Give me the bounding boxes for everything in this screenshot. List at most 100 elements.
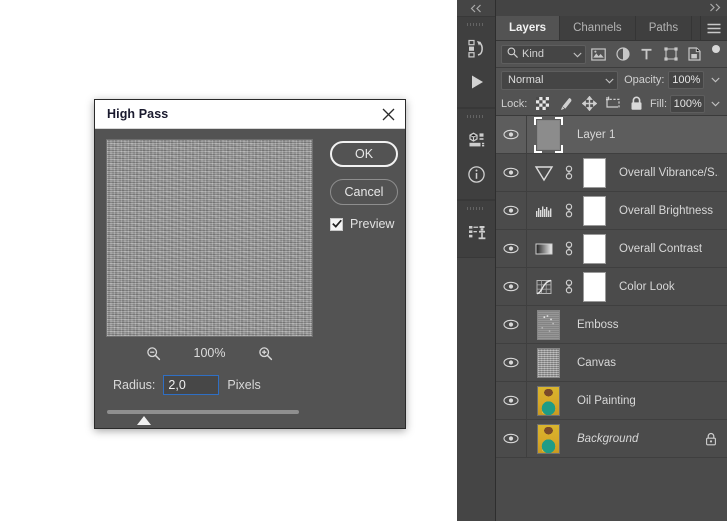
layer-thumbnail-cell[interactable]: [527, 385, 569, 416]
zoom-in-icon[interactable]: [258, 345, 274, 361]
dock-group-handle[interactable]: [467, 115, 485, 118]
layer-visibility-toggle[interactable]: [496, 267, 527, 306]
lock-label: Lock:: [501, 97, 528, 110]
table-row[interactable]: Overall Contrast: [496, 229, 727, 268]
filter-preview[interactable]: [106, 139, 313, 337]
table-row[interactable]: Layer 1: [496, 116, 727, 154]
layer-visibility-toggle[interactable]: [496, 153, 527, 192]
chevron-down-icon[interactable]: [708, 77, 722, 83]
collapse-right-icon[interactable]: [708, 3, 721, 14]
panel-menu-icon[interactable]: [701, 16, 727, 40]
filter-adjustment-icon[interactable]: [612, 44, 634, 64]
radius-control: Radius: 2,0 Pixels: [113, 375, 261, 395]
brightness-icon[interactable]: [527, 203, 560, 219]
dock-group-properties: [457, 108, 495, 200]
high-pass-dialog: High Pass OK Cancel Preview 100% Radius:…: [94, 99, 406, 429]
opacity-input[interactable]: 100%: [668, 71, 705, 89]
slider-track[interactable]: [107, 410, 299, 414]
layer-name[interactable]: Overall Vibrance/S...: [611, 167, 719, 179]
layer-visibility-toggle[interactable]: [496, 381, 527, 420]
contrast-icon[interactable]: [527, 241, 560, 257]
layer-name[interactable]: Layer 1: [569, 129, 719, 141]
lock-artboard-nesting-icon[interactable]: [603, 94, 624, 114]
radius-input[interactable]: 2,0: [163, 375, 220, 395]
table-row[interactable]: Overall Vibrance/S...: [496, 153, 727, 192]
layer-name[interactable]: Overall Brightness: [611, 205, 719, 217]
filter-shape-icon[interactable]: [660, 44, 682, 64]
layer-thumbnail-cell[interactable]: [527, 116, 569, 153]
info-icon[interactable]: [457, 157, 496, 191]
layer-mask-thumbnail: [582, 195, 606, 226]
layer-name[interactable]: Emboss: [569, 319, 719, 331]
table-row[interactable]: Overall Brightness: [496, 191, 727, 230]
zoom-out-icon[interactable]: [146, 345, 162, 361]
layer-name[interactable]: Canvas: [569, 357, 719, 369]
layer-visibility-toggle[interactable]: [496, 343, 527, 382]
table-row[interactable]: Emboss: [496, 305, 727, 344]
filter-kind-select[interactable]: Kind: [501, 44, 586, 64]
lock-all-icon[interactable]: [626, 94, 647, 114]
filter-type-icon[interactable]: [636, 44, 658, 64]
tab-channels[interactable]: Channels: [560, 16, 636, 40]
preview-label: Preview: [350, 217, 395, 231]
table-row[interactable]: Oil Painting: [496, 381, 727, 420]
layer-visibility-toggle[interactable]: [496, 419, 527, 458]
blend-mode-bar: Normal Opacity: 100%: [496, 68, 727, 92]
collapse-left-icon[interactable]: [457, 0, 495, 16]
link-mask-icon[interactable]: [560, 240, 577, 257]
table-row[interactable]: Color Look: [496, 267, 727, 306]
layer-mask-cell[interactable]: [577, 195, 611, 226]
layer-visibility-toggle[interactable]: [496, 191, 527, 230]
link-mask-icon[interactable]: [560, 164, 577, 181]
layer-mask-cell[interactable]: [577, 271, 611, 302]
link-mask-icon[interactable]: [560, 278, 577, 295]
dock-group-handle[interactable]: [467, 207, 485, 210]
layer-name[interactable]: Color Look: [611, 281, 719, 293]
table-row[interactable]: Canvas: [496, 343, 727, 382]
filter-toggle-icon[interactable]: [710, 44, 722, 64]
preview-checkbox[interactable]: [330, 217, 343, 231]
slider-thumb[interactable]: [137, 416, 151, 425]
lock-image-pixels-icon[interactable]: [556, 94, 577, 114]
layer-mask-cell[interactable]: [577, 157, 611, 188]
layer-thumbnail-cell[interactable]: [527, 309, 569, 340]
layer-mask-thumbnail: [582, 233, 606, 264]
layer-visibility-toggle[interactable]: [496, 229, 527, 268]
fill-input[interactable]: 100%: [670, 94, 706, 113]
tab-paths[interactable]: Paths: [636, 16, 693, 40]
lock-bar: Lock: Fill: 100%: [496, 92, 727, 116]
layer-list[interactable]: Layer 1 Overall Vibrance/S... Overall Br…: [496, 116, 727, 461]
dock-group-handle[interactable]: [467, 23, 485, 26]
curves-icon[interactable]: [527, 278, 560, 296]
chevron-down-icon[interactable]: [708, 101, 722, 107]
clone-source-icon[interactable]: [457, 215, 496, 249]
dock-group-history: [457, 16, 495, 108]
preview-checkbox-row[interactable]: Preview: [330, 217, 400, 231]
blend-mode-select[interactable]: Normal: [501, 70, 619, 90]
ok-button[interactable]: OK: [330, 141, 398, 167]
filter-smart-object-icon[interactable]: [684, 44, 706, 64]
properties-icon[interactable]: [457, 123, 496, 157]
lock-position-icon[interactable]: [579, 94, 600, 114]
close-icon[interactable]: [375, 101, 401, 127]
lock-transparent-pixels-icon[interactable]: [532, 94, 553, 114]
layer-thumbnail-cell[interactable]: [527, 423, 569, 454]
layer-mask-cell[interactable]: [577, 233, 611, 264]
history-icon[interactable]: [457, 31, 496, 65]
filter-pixel-icon[interactable]: [588, 44, 610, 64]
layer-name[interactable]: Overall Contrast: [611, 243, 719, 255]
vibrance-icon[interactable]: [527, 163, 560, 183]
link-mask-icon[interactable]: [560, 202, 577, 219]
layer-thumbnail: [536, 347, 560, 378]
layer-visibility-toggle[interactable]: [496, 305, 527, 344]
cancel-button[interactable]: Cancel: [330, 179, 398, 205]
tab-layers[interactable]: Layers: [496, 16, 561, 40]
layer-name[interactable]: Background: [569, 433, 703, 445]
actions-play-icon[interactable]: [457, 65, 496, 99]
layer-visibility-toggle[interactable]: [496, 116, 527, 154]
table-row[interactable]: Background: [496, 419, 727, 458]
layer-name[interactable]: Oil Painting: [569, 395, 719, 407]
collapsed-dock-strip: [457, 0, 496, 521]
layer-thumbnail-cell[interactable]: [527, 347, 569, 378]
radius-slider[interactable]: [107, 410, 299, 430]
